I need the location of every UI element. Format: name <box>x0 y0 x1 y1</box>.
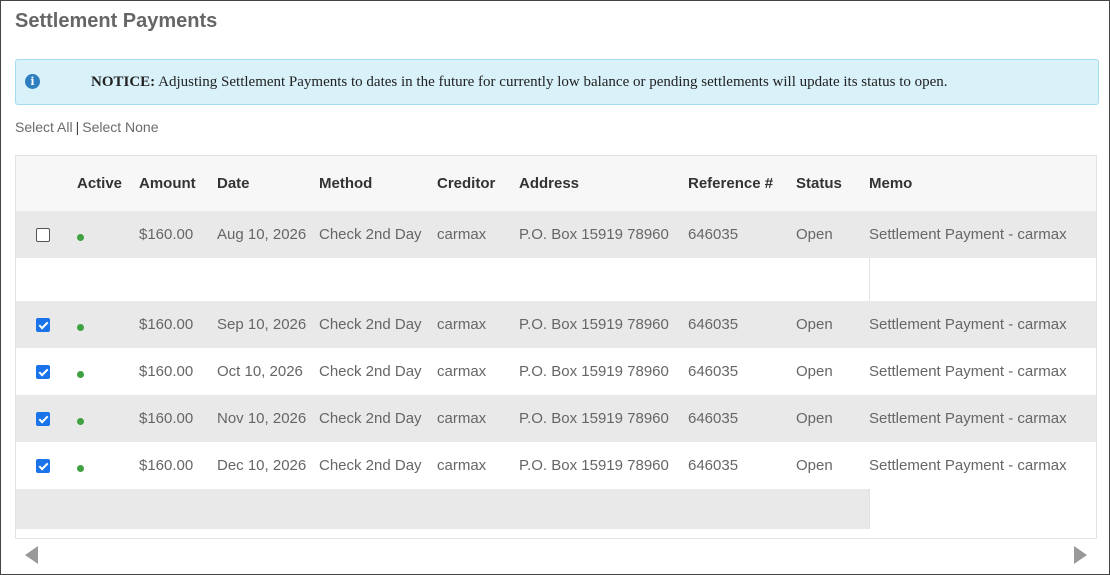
table-spacer-row <box>16 258 1096 301</box>
memo-cell: Settlement Payment - carmax <box>869 457 1067 474</box>
amount-cell: $160.00 <box>139 410 194 427</box>
notice-banner: i NOTICE: Adjusting Settlement Payments … <box>15 59 1099 105</box>
status-cell: Open <box>796 226 833 243</box>
reference-cell: 646035 <box>688 457 739 474</box>
status-cell: Open <box>796 316 833 333</box>
status-cell: Open <box>796 363 833 380</box>
column-date[interactable]: Date <box>217 156 319 211</box>
column-amount[interactable]: Amount <box>139 156 217 211</box>
row-checkbox[interactable] <box>36 411 50 426</box>
active-dot-icon <box>77 324 84 331</box>
reference-cell: 646035 <box>688 316 739 333</box>
row-checkbox[interactable] <box>36 364 50 379</box>
settlement-payments-panel: Settlement Payments i NOTICE: Adjusting … <box>0 0 1110 575</box>
column-status[interactable]: Status <box>796 156 869 211</box>
info-icon: i <box>25 74 40 89</box>
active-dot-icon <box>77 418 84 425</box>
memo-cell: Settlement Payment - carmax <box>869 363 1067 380</box>
table-row[interactable]: $160.00 Dec 10, 2026 Check 2nd Day carma… <box>16 442 1096 489</box>
select-links: Select All | Select None <box>15 119 159 135</box>
status-cell: Open <box>796 457 833 474</box>
notice-text: NOTICE: Adjusting Settlement Payments to… <box>91 74 948 91</box>
memo-cell: Settlement Payment - carmax <box>869 410 1067 427</box>
amount-cell: $160.00 <box>139 457 194 474</box>
payments-table: Active Amount Date Method Creditor Addre… <box>15 155 1097 539</box>
memo-cell: Settlement Payment - carmax <box>869 226 1067 243</box>
method-cell: Check 2nd Day <box>319 410 422 427</box>
column-address[interactable]: Address <box>519 156 688 211</box>
active-dot-icon <box>77 465 84 472</box>
column-select <box>16 156 77 211</box>
active-dot-icon <box>77 371 84 378</box>
notice-label: NOTICE: <box>91 74 156 90</box>
active-dot-icon <box>77 234 84 241</box>
select-separator: | <box>75 119 80 135</box>
table-row[interactable]: $160.00 Aug 10, 2026 Check 2nd Day carma… <box>16 211 1096 258</box>
status-cell: Open <box>796 410 833 427</box>
column-active[interactable]: Active <box>77 156 139 211</box>
amount-cell: $160.00 <box>139 226 194 243</box>
select-none-link[interactable]: Select None <box>82 119 158 135</box>
address-cell: P.O. Box 15919 78960 <box>519 457 669 474</box>
reference-cell: 646035 <box>688 363 739 380</box>
column-creditor[interactable]: Creditor <box>437 156 519 211</box>
amount-cell: $160.00 <box>139 316 194 333</box>
reference-cell: 646035 <box>688 410 739 427</box>
date-cell: Oct 10, 2026 <box>217 363 303 380</box>
date-cell: Dec 10, 2026 <box>217 457 307 474</box>
memo-cell: Settlement Payment - carmax <box>869 316 1067 333</box>
page-title: Settlement Payments <box>15 10 218 32</box>
address-cell: P.O. Box 15919 78960 <box>519 410 669 427</box>
method-cell: Check 2nd Day <box>319 226 422 243</box>
creditor-cell: carmax <box>437 316 487 333</box>
select-all-link[interactable]: Select All <box>15 119 73 135</box>
address-cell: P.O. Box 15919 78960 <box>519 316 669 333</box>
notice-message: Adjusting Settlement Payments to dates i… <box>155 74 948 90</box>
method-cell: Check 2nd Day <box>319 316 422 333</box>
creditor-cell: carmax <box>437 226 487 243</box>
creditor-cell: carmax <box>437 457 487 474</box>
row-checkbox[interactable] <box>36 458 50 473</box>
date-cell: Aug 10, 2026 <box>217 226 307 243</box>
table-header-row: Active Amount Date Method Creditor Addre… <box>16 156 1096 211</box>
date-cell: Nov 10, 2026 <box>217 410 307 427</box>
amount-cell: $160.00 <box>139 363 194 380</box>
creditor-cell: carmax <box>437 363 487 380</box>
row-checkbox[interactable] <box>36 317 50 332</box>
creditor-cell: carmax <box>437 410 487 427</box>
arrow-right-icon[interactable] <box>1074 546 1087 564</box>
arrow-left-icon[interactable] <box>25 546 38 564</box>
table-row[interactable]: $160.00 Nov 10, 2026 Check 2nd Day carma… <box>16 395 1096 442</box>
date-cell: Sep 10, 2026 <box>217 316 307 333</box>
address-cell: P.O. Box 15919 78960 <box>519 226 669 243</box>
method-cell: Check 2nd Day <box>319 363 422 380</box>
table-row[interactable]: $160.00 Sep 10, 2026 Check 2nd Day carma… <box>16 301 1096 348</box>
reference-cell: 646035 <box>688 226 739 243</box>
row-checkbox[interactable] <box>36 227 50 242</box>
column-memo[interactable]: Memo <box>869 156 1096 211</box>
address-cell: P.O. Box 15919 78960 <box>519 363 669 380</box>
table-footer-row <box>16 489 1096 529</box>
method-cell: Check 2nd Day <box>319 457 422 474</box>
column-method[interactable]: Method <box>319 156 437 211</box>
column-reference[interactable]: Reference # <box>688 156 796 211</box>
table-row[interactable]: $160.00 Oct 10, 2026 Check 2nd Day carma… <box>16 348 1096 395</box>
